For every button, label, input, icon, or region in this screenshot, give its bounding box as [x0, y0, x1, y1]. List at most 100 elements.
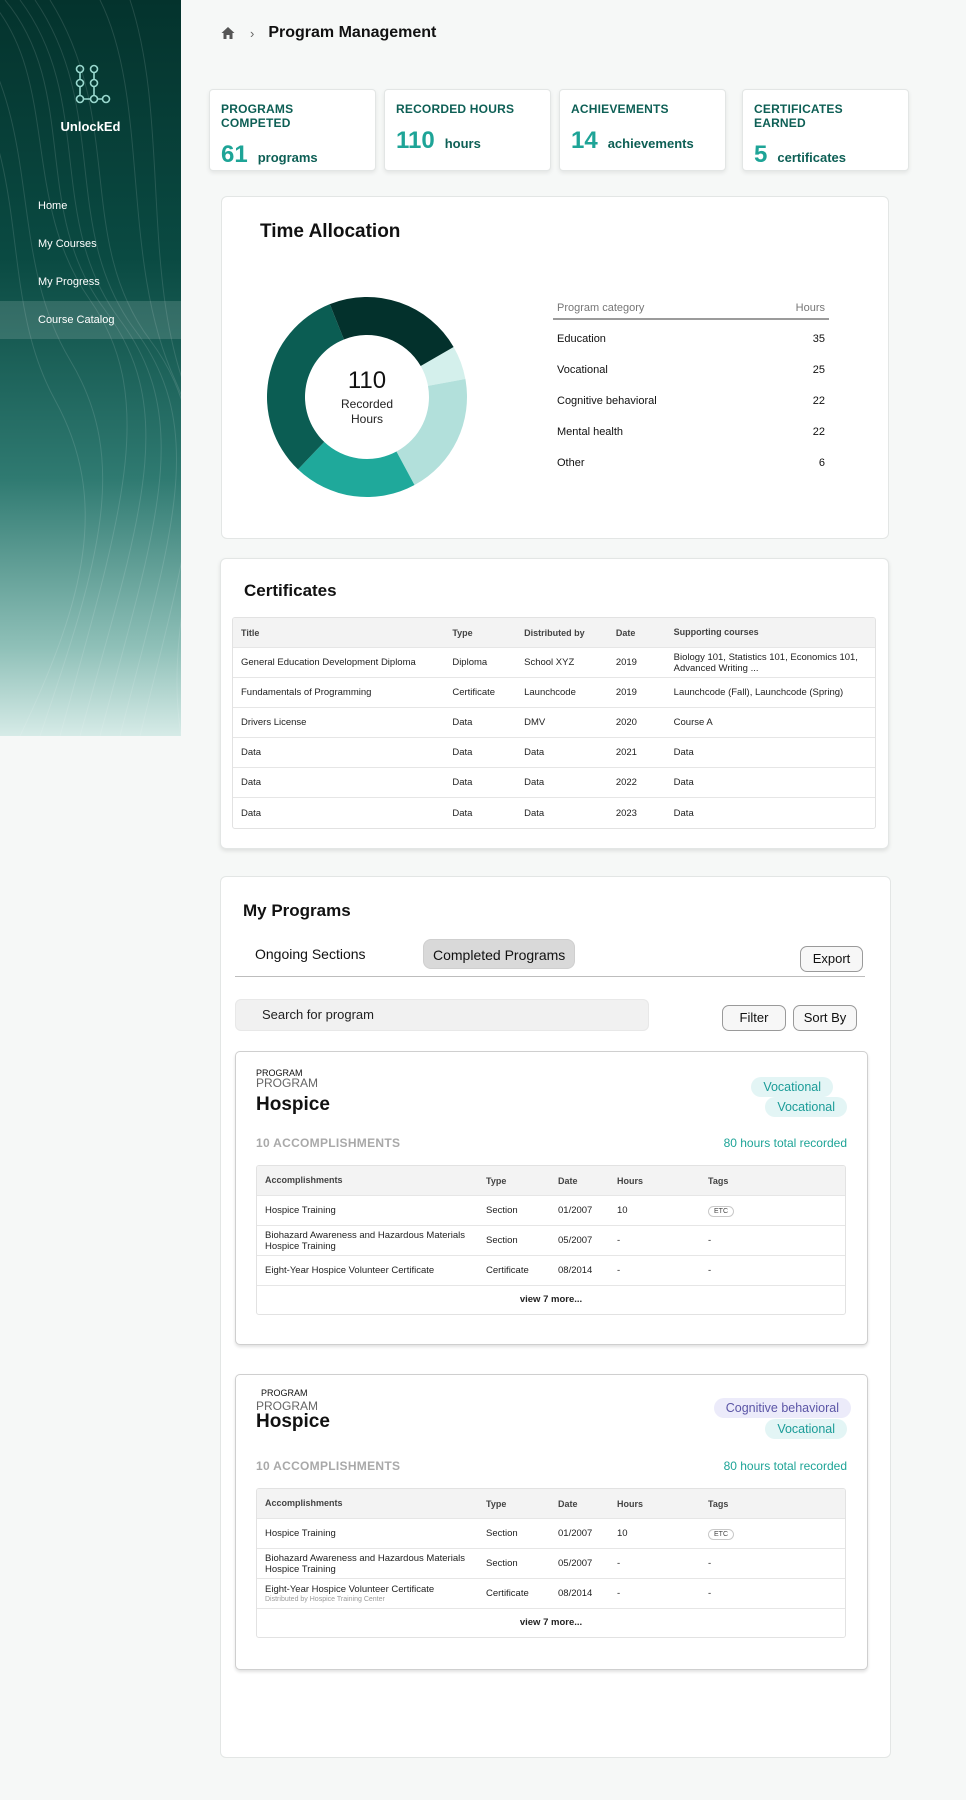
column-header: Title [241, 627, 260, 638]
category-label: Cognitive behavioral [557, 395, 657, 407]
tags-cell: - [708, 1558, 712, 1569]
donut-center-label: Recorded Hours [340, 397, 394, 426]
type-cell: Section [486, 1528, 518, 1539]
table-row[interactable]: Drivers License Data DMV 2020 Course A [233, 708, 875, 738]
table-cell: Fundamentals of Programming [241, 687, 372, 698]
tags-cell: - [708, 1588, 712, 1599]
accomplishment-title: Biohazard Awareness and Hazardous Materi… [265, 1552, 465, 1575]
stat-value: 14 [571, 127, 598, 154]
date-cell: 08/2014 [558, 1588, 593, 1599]
accomplishment-subtitle: Distributed by Hospice Training Center [265, 1595, 385, 1603]
table-cell: 2020 [615, 717, 637, 728]
filter-button[interactable]: Filter [722, 1005, 786, 1031]
table-cell: Course A [673, 717, 713, 728]
donut-chart: 110 Recorded Hours [257, 287, 477, 507]
type-cell: Section [486, 1235, 518, 1246]
table-cell: Certificate [452, 687, 496, 698]
stat-card-achievements: ACHIEVEMENTS 14 achievements [559, 89, 726, 171]
accomplishments-count: 10 ACCOMPLISHMENTS [256, 1136, 401, 1150]
sidebar: UnlockEd Home My Courses My Progress Cou… [0, 0, 181, 736]
table-cell: 2021 [615, 747, 637, 758]
hours-value: 22 [812, 395, 825, 407]
date-cell: 08/2014 [558, 1265, 593, 1276]
accomplishment-title-cell: Eight-Year Hospice Volunteer Certificate [257, 1265, 478, 1276]
stat-card-hours: RECORDED HOURS 110 hours [384, 89, 551, 171]
sidebar-item-course-catalog[interactable]: Course Catalog [0, 301, 181, 339]
table-cell: Data [452, 717, 473, 728]
table-cell: Drivers License [241, 717, 307, 728]
tab-ongoing-sections[interactable]: Ongoing Sections [246, 939, 375, 969]
accomplishments-table: Accomplishments Type Date Hours Tags Hospice … [256, 1165, 846, 1315]
table-row[interactable]: Biohazard Awareness and Hazardous Materi… [257, 1226, 845, 1256]
stat-unit: achievements [607, 136, 694, 151]
tab-completed-programs[interactable]: Completed Programs [423, 939, 576, 969]
hours-cell: - [617, 1265, 621, 1276]
certificates-table: Title Type Distributed by Date Supporting co… [232, 617, 876, 829]
table-cell: Data [673, 807, 694, 819]
column-header: Date [558, 1175, 578, 1186]
table-row[interactable]: Fundamentals of Programming Certificate La… [233, 678, 875, 708]
table-row[interactable]: Biohazard Awareness and Hazardous Materi… [257, 1549, 845, 1579]
stat-card-programs: PROGRAMS COMPETED 61 programs [209, 89, 376, 171]
category-label: Vocational [557, 364, 608, 376]
allocation-row: Vocational 25 [553, 355, 829, 386]
column-header: Distributed by [524, 627, 585, 638]
table-cell: 2019 [615, 657, 637, 668]
sidebar-item-home[interactable]: Home [0, 187, 181, 225]
tag-pill-vocational: Vocational [765, 1097, 847, 1117]
column-header: Type [486, 1498, 507, 1509]
search-input[interactable]: Search for program [235, 999, 649, 1031]
column-header: Date [558, 1498, 578, 1509]
tag-chip[interactable]: ETC [708, 1528, 734, 1540]
tags-cell: - [708, 1235, 712, 1246]
tag-chip[interactable]: ETC [708, 1205, 734, 1217]
sidebar-nav: Home My Courses My Progress Course Catal… [0, 187, 181, 339]
date-cell: 05/2007 [558, 1235, 593, 1246]
tag-pill-cognitive-behavioral: Cognitive behavioral [713, 1398, 851, 1418]
accomplishment-title: Hospice Training [265, 1205, 336, 1216]
table-row[interactable]: Hospice Training Section 01/2007 10 ETC [257, 1196, 845, 1226]
type-cell: Section [486, 1205, 518, 1216]
date-cell: 01/2007 [558, 1205, 593, 1216]
table-row[interactable]: Data Data Data 2021 Data [233, 738, 875, 768]
allocation-row: Mental health 22 [553, 417, 829, 448]
type-cell: Section [486, 1558, 518, 1569]
app-name: UnlockEd [60, 119, 121, 134]
hours-cell: 10 [617, 1528, 628, 1539]
donut-center-value: 110 [347, 367, 387, 394]
accomplishment-title: Eight-Year Hospice Volunteer Certificate [265, 1265, 435, 1276]
my-programs-panel: My Programs Ongoing Sections Completed P… [220, 876, 891, 1758]
sort-by-button[interactable]: Sort By [793, 1005, 857, 1031]
table-cell: Launchcode (Fall), Launchcode (Spring) [673, 687, 844, 698]
sidebar-item-my-courses[interactable]: My Courses [0, 225, 181, 263]
export-button[interactable]: Export [800, 946, 863, 972]
program-name: Hospice [256, 1094, 330, 1115]
table-header-row: Accomplishments Type Date Hours Tags [257, 1166, 845, 1196]
donut-center: 110 Recorded Hours [257, 287, 477, 507]
table-cell: DMV [524, 717, 546, 728]
program-card[interactable]: PROGRAM PROGRAM Hospice Vocational Vocationa… [235, 1051, 868, 1345]
table-cell: 2022 [615, 777, 637, 788]
date-cell: 05/2007 [558, 1558, 593, 1569]
category-label: Education [557, 333, 606, 345]
program-kicker-small: PROGRAM [261, 1388, 308, 1398]
view-more-link[interactable]: view 7 more... [257, 1609, 845, 1637]
table-row[interactable]: Hospice Training Section 01/2007 10 ETC [257, 1519, 845, 1549]
table-row[interactable]: Data Data Data 2022 Data [233, 768, 875, 798]
view-more-link[interactable]: view 7 more... [257, 1286, 845, 1314]
table-cell: Data [673, 747, 694, 758]
program-card[interactable]: PROGRAM PROGRAM Hospice Cognitive behaviora… [235, 1374, 868, 1670]
home-icon[interactable] [220, 25, 236, 41]
accomplishment-title-cell: Biohazard Awareness and Hazardous Materi… [257, 1230, 478, 1252]
sidebar-item-my-progress[interactable]: My Progress [0, 263, 181, 301]
table-cell: General Education Development Diploma [241, 657, 416, 668]
table-cell: Data [452, 807, 473, 819]
table-row[interactable]: Eight-Year Hospice Volunteer Certificate… [257, 1579, 845, 1609]
table-row[interactable]: Eight-Year Hospice Volunteer Certificate… [257, 1256, 845, 1286]
table-cell: Data [241, 747, 262, 758]
app-logo[interactable]: UnlockEd [0, 64, 181, 134]
hours-cell: - [617, 1235, 621, 1246]
table-row[interactable]: Data Data Data 2023 Data [233, 798, 875, 828]
table-row[interactable]: General Education Development Diploma Dip… [233, 648, 875, 678]
table-header-row: Accomplishments Type Date Hours Tags [257, 1489, 845, 1519]
